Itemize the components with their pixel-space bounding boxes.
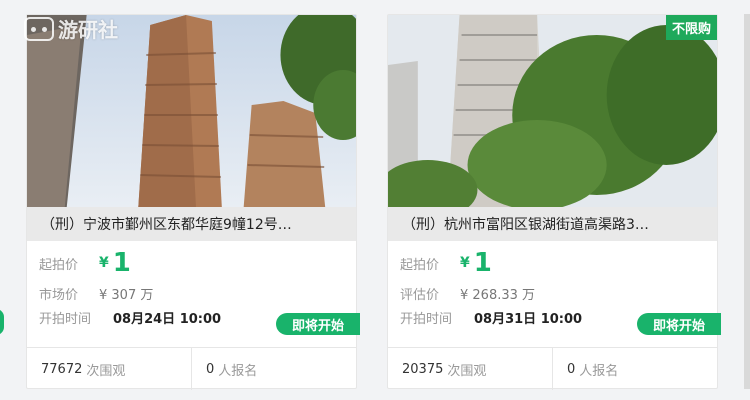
auction-time-label: 开拍时间: [39, 311, 92, 327]
starting-price: 1: [473, 248, 492, 278]
views-label: 次围观: [86, 363, 126, 379]
property-photo: [27, 15, 356, 207]
listing-title[interactable]: （刑）宁波市鄞州区东都华庭9幢12号…: [27, 207, 356, 241]
views-number: 20375: [402, 361, 444, 377]
auction-time: 08月24日 10:00: [113, 311, 222, 327]
property-photo: 不限购: [388, 15, 717, 207]
game-controller-icon: [24, 16, 54, 41]
signups-label: 人报名: [579, 363, 619, 379]
currency-symbol: ¥: [99, 255, 109, 271]
watermark: 游研社: [24, 14, 118, 43]
market-price-label: 市场价: [39, 287, 79, 303]
signups-number: 0: [567, 361, 576, 377]
signups-count: 0 人报名: [191, 348, 356, 390]
auction-time: 08月31日 10:00: [474, 311, 583, 327]
starting-price: 1: [112, 248, 131, 278]
auction-time-label: 开拍时间: [400, 311, 453, 327]
status-badge[interactable]: 即将开始: [276, 313, 360, 335]
starting-price-label: 起拍价: [39, 257, 79, 273]
signups-number: 0: [206, 361, 215, 377]
next-card-edge: [744, 14, 750, 389]
listing-card[interactable]: 不限购 （刑）杭州市富阳区银湖街道高渠路3… 起拍价 ¥ 1 评估价 ¥ 268…: [387, 14, 721, 390]
purchase-restriction-badge: 不限购: [665, 15, 717, 40]
market-price: ¥ 307 万: [99, 287, 154, 303]
status-badge[interactable]: 即将开始: [637, 313, 721, 335]
listing-title[interactable]: （刑）杭州市富阳区银湖街道高渠路3…: [388, 207, 717, 241]
views-count: 77672 次围观: [27, 348, 191, 390]
currency-symbol: ¥: [460, 255, 470, 271]
previous-card-edge: [0, 309, 4, 335]
views-count: 20375 次围观: [388, 348, 552, 390]
signups-count: 0 人报名: [552, 348, 717, 390]
appraisal-price-label: 评估价: [400, 287, 440, 303]
views-number: 77672: [41, 361, 83, 377]
signups-label: 人报名: [218, 363, 258, 379]
starting-price-label: 起拍价: [400, 257, 440, 273]
listing-card[interactable]: （刑）宁波市鄞州区东都华庭9幢12号… 起拍价 ¥ 1 市场价 ¥ 307 万 …: [26, 14, 360, 390]
appraisal-price: ¥ 268.33 万: [460, 287, 536, 303]
views-label: 次围观: [447, 363, 487, 379]
watermark-text: 游研社: [58, 18, 118, 42]
